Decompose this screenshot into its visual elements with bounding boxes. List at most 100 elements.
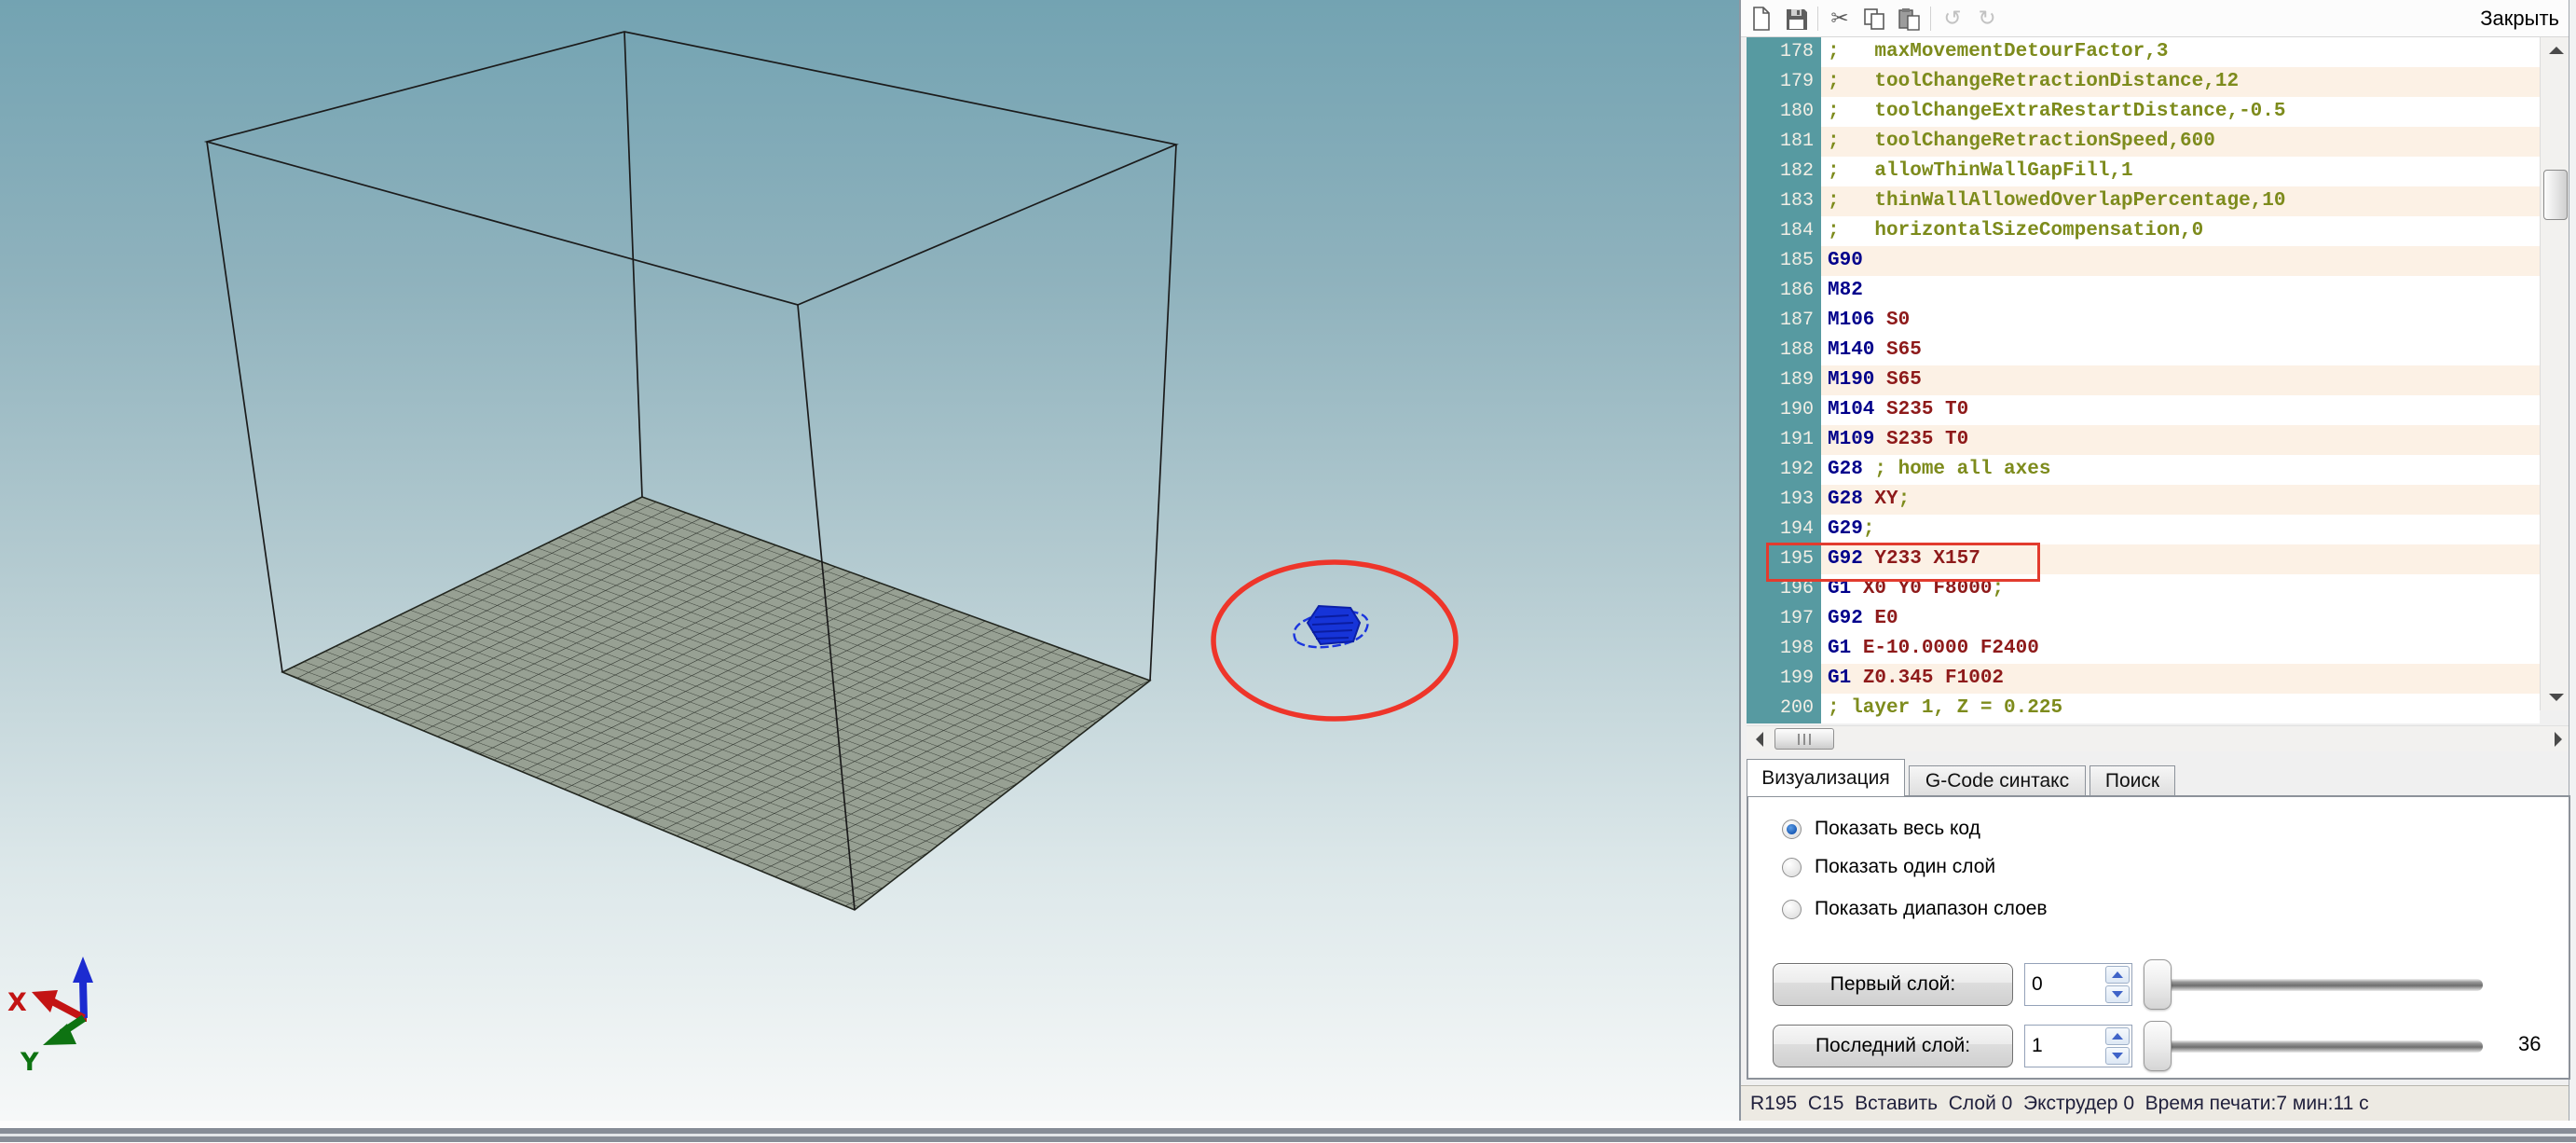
- tab-visualization[interactable]: Визуализация: [1747, 759, 1905, 796]
- radio-label: Показать диапазон слоев: [1815, 898, 2048, 920]
- code-line-197[interactable]: 197G92 E0: [1747, 604, 2540, 634]
- horizontal-scrollbar[interactable]: [1747, 725, 2571, 751]
- line-number: 191: [1747, 425, 1821, 455]
- toolbar-separator: [1930, 7, 1931, 31]
- line-number: 190: [1747, 395, 1821, 425]
- tab-search[interactable]: Поиск: [2090, 765, 2175, 796]
- radio-button[interactable]: [1782, 900, 1802, 919]
- first-layer-spinner[interactable]: 0: [2024, 963, 2132, 1006]
- code-line-193[interactable]: 193G28 XY;: [1747, 485, 2540, 515]
- code-line-199[interactable]: 199G1 Z0.345 F1002: [1747, 664, 2540, 694]
- line-number: 197: [1747, 604, 1821, 634]
- gcode-panel: ✂ ↺ ↻ Закрыть 178; maxMovementDetourFact…: [1739, 0, 2576, 1121]
- code-line-183[interactable]: 183; thinWallAllowedOverlapPercentage,10: [1747, 186, 2540, 216]
- line-number: 189: [1747, 365, 1821, 395]
- code-line-188[interactable]: 188M140 S65: [1747, 336, 2540, 365]
- slider-groove[interactable]: [2155, 1040, 2483, 1053]
- code-line-187[interactable]: 187M106 S0: [1747, 306, 2540, 336]
- vertical-scroll-thumb[interactable]: [2543, 170, 2568, 220]
- gcode-editor[interactable]: 178; maxMovementDetourFactor,3179; toolC…: [1747, 37, 2540, 723]
- close-button[interactable]: Закрыть: [2480, 0, 2559, 37]
- application-window: Z X Y ✂: [0, 0, 2576, 1143]
- code-line-194[interactable]: 194G29;: [1747, 515, 2540, 544]
- tab-gcode-syntax[interactable]: G-Code синтакс: [1909, 765, 2086, 796]
- line-number: 182: [1747, 157, 1821, 186]
- save-icon[interactable]: [1783, 6, 1809, 32]
- code-line-190[interactable]: 190M104 S235 T0: [1747, 395, 2540, 425]
- radio-label: Показать весь код: [1815, 818, 1980, 840]
- radio-show-one-layer[interactable]: Показать один слой: [1782, 856, 1995, 878]
- status-bar: R195 C15 Вставить Слой 0 Экструдер 0 Вре…: [1741, 1085, 2576, 1121]
- code-line-182[interactable]: 182; allowThinWallGapFill,1: [1747, 157, 2540, 186]
- toolbar-separator: [1817, 7, 1818, 31]
- code-line-198[interactable]: 198G1 E-10.0000 F2400: [1747, 634, 2540, 664]
- code-line-189[interactable]: 189M190 S65: [1747, 365, 2540, 395]
- status-text: R195 C15 Вставить Слой 0 Экструдер 0 Вре…: [1750, 1093, 2369, 1115]
- radio-show-all-code[interactable]: Показать весь код: [1782, 818, 1980, 840]
- line-number: 186: [1747, 276, 1821, 306]
- scroll-down-arrow[interactable]: [2541, 686, 2571, 709]
- x-axis-label: X: [7, 988, 27, 1017]
- line-number: 181: [1747, 127, 1821, 157]
- spinner-up-button[interactable]: [2105, 1027, 2130, 1045]
- code-line-180[interactable]: 180; toolChangeExtraRestartDistance,-0.5: [1747, 97, 2540, 127]
- spinner-up-button[interactable]: [2105, 966, 2130, 984]
- line-number: 192: [1747, 455, 1821, 485]
- radio-button[interactable]: [1782, 858, 1802, 877]
- slider-thumb[interactable]: [2144, 959, 2172, 1010]
- new-file-icon[interactable]: [1748, 6, 1774, 32]
- first-layer-value[interactable]: 0: [2032, 964, 2043, 1005]
- line-number: 195: [1747, 544, 1821, 574]
- viewport-3d[interactable]: Z X Y: [0, 0, 1739, 1121]
- cut-icon[interactable]: ✂: [1827, 6, 1853, 32]
- radio-show-layer-range[interactable]: Показать диапазон слоев: [1782, 898, 2048, 920]
- vertical-scrollbar[interactable]: [2540, 37, 2571, 710]
- code-line-184[interactable]: 184; horizontalSizeCompensation,0: [1747, 216, 2540, 246]
- scroll-left-arrow[interactable]: [1748, 728, 1771, 751]
- line-number: 193: [1747, 485, 1821, 515]
- code-line-179[interactable]: 179; toolChangeRetractionDistance,12: [1747, 67, 2540, 97]
- viewport-background: [0, 0, 1739, 1121]
- last-layer-value[interactable]: 1: [2032, 1026, 2043, 1067]
- line-number: 198: [1747, 634, 1821, 664]
- line-number: 185: [1747, 246, 1821, 276]
- redo-icon[interactable]: ↻: [1974, 6, 2000, 32]
- code-line-196[interactable]: 196G1 X0 Y0 F8000;: [1747, 574, 2540, 604]
- line-number: 200: [1747, 694, 1821, 723]
- editor-toolbar: ✂ ↺ ↻ Закрыть: [1741, 0, 2576, 37]
- slider-thumb[interactable]: [2144, 1021, 2172, 1071]
- line-number: 196: [1747, 574, 1821, 604]
- code-line-185[interactable]: 185G90: [1747, 246, 2540, 276]
- line-number: 178: [1747, 37, 1821, 67]
- radio-label: Показать один слой: [1815, 856, 1995, 878]
- layer-max-label: 36: [2518, 1032, 2541, 1056]
- line-number: 179: [1747, 67, 1821, 97]
- visualization-tab-page: Показать весь код Показать один слой Пок…: [1747, 795, 2570, 1080]
- slider-groove[interactable]: [2155, 979, 2483, 991]
- line-number: 187: [1747, 306, 1821, 336]
- last-layer-spinner[interactable]: 1: [2024, 1025, 2132, 1067]
- line-number: 199: [1747, 664, 1821, 694]
- first-layer-slider[interactable]: [2144, 957, 2487, 1012]
- radio-button[interactable]: [1782, 819, 1802, 839]
- last-layer-slider[interactable]: [2144, 1019, 2487, 1073]
- code-line-191[interactable]: 191M109 S235 T0: [1747, 425, 2540, 455]
- code-line-195[interactable]: 195G92 Y233 X157: [1747, 544, 2540, 574]
- scroll-up-arrow[interactable]: [2541, 39, 2571, 62]
- code-line-200[interactable]: 200; layer 1, Z = 0.225: [1747, 694, 2540, 723]
- copy-icon[interactable]: [1861, 6, 1887, 32]
- scroll-right-arrow[interactable]: [2547, 728, 2569, 751]
- line-number: 180: [1747, 97, 1821, 127]
- horizontal-scroll-thumb[interactable]: [1774, 728, 1834, 750]
- undo-icon[interactable]: ↺: [1939, 6, 1966, 32]
- spinner-down-button[interactable]: [2105, 985, 2130, 1003]
- last-layer-button[interactable]: Последний слой:: [1773, 1025, 2013, 1067]
- first-layer-button[interactable]: Первый слой:: [1773, 963, 2013, 1006]
- paste-icon[interactable]: [1896, 6, 1922, 32]
- code-line-181[interactable]: 181; toolChangeRetractionSpeed,600: [1747, 127, 2540, 157]
- spinner-down-button[interactable]: [2105, 1047, 2130, 1065]
- window-bottom-frame: [0, 1121, 2576, 1143]
- code-line-192[interactable]: 192G28 ; home all axes: [1747, 455, 2540, 485]
- code-line-186[interactable]: 186M82: [1747, 276, 2540, 306]
- code-line-178[interactable]: 178; maxMovementDetourFactor,3: [1747, 37, 2540, 67]
